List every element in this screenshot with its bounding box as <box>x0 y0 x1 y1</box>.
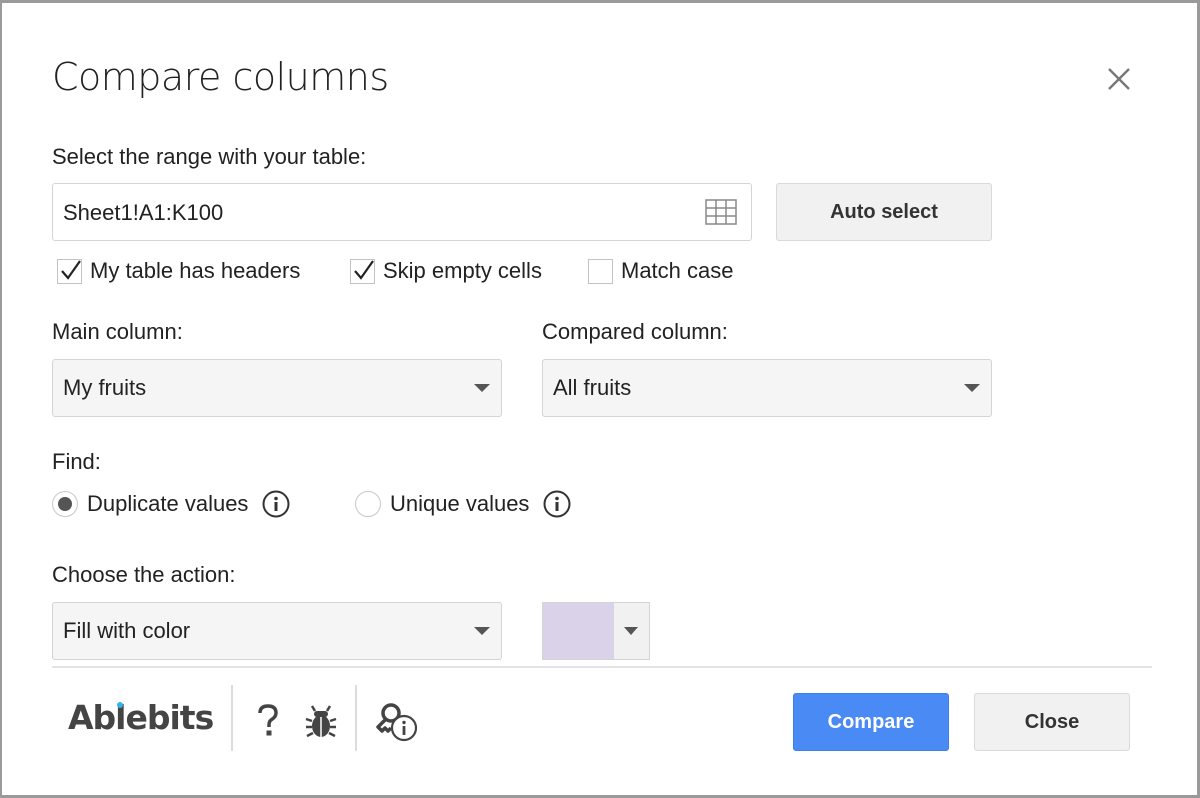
bug-icon[interactable] <box>304 703 338 739</box>
footer-divider <box>52 666 1152 668</box>
compare-button[interactable]: Compare <box>793 693 949 751</box>
range-label: Select the range with your table: <box>52 144 367 169</box>
unique-values-label: Unique values <box>390 491 530 516</box>
close-button[interactable]: Close <box>974 693 1130 751</box>
footer-separator <box>231 685 233 751</box>
match-case-checkbox[interactable]: Match case <box>588 258 734 284</box>
range-field[interactable] <box>52 183 752 241</box>
action-label: Choose the action: <box>52 562 236 587</box>
close-icon[interactable] <box>1106 66 1132 92</box>
headers-checkbox[interactable]: My table has headers <box>57 258 300 284</box>
chevron-down-icon <box>474 384 490 392</box>
color-swatch[interactable] <box>543 603 614 659</box>
compared-column-label: Compared column: <box>542 319 728 344</box>
auto-select-button[interactable]: Auto select <box>776 183 992 241</box>
action-select[interactable]: Fill with color <box>52 602 502 660</box>
duplicate-values-label: Duplicate values <box>87 491 249 516</box>
compared-column-select[interactable]: All fruits <box>542 359 992 417</box>
footer-separator <box>355 685 357 751</box>
match-case-checkbox-label: Match case <box>621 258 734 283</box>
compared-column-value: All fruits <box>553 375 632 400</box>
checkmark-icon <box>61 259 81 280</box>
chevron-down-icon <box>964 384 980 392</box>
key-info-icon[interactable] <box>375 701 419 743</box>
dialog-title: Compare columns <box>52 55 389 99</box>
headers-checkbox-label: My table has headers <box>90 258 301 283</box>
info-icon[interactable] <box>543 490 571 518</box>
question-icon[interactable] <box>256 703 280 739</box>
chevron-down-icon <box>474 627 490 635</box>
logo-dot <box>117 702 123 708</box>
fill-color-picker[interactable] <box>542 602 650 660</box>
skip-empty-checkbox[interactable]: Skip empty cells <box>350 258 542 284</box>
duplicate-values-radio[interactable]: Duplicate values <box>52 490 290 518</box>
main-column-label: Main column: <box>52 319 183 344</box>
main-column-value: My fruits <box>63 375 147 400</box>
checkbox-box[interactable] <box>588 258 613 284</box>
find-label: Find: <box>52 449 101 474</box>
main-column-select[interactable]: My fruits <box>52 359 502 417</box>
info-icon[interactable] <box>262 490 290 518</box>
unique-values-radio[interactable]: Unique values <box>355 490 571 518</box>
checkbox-box[interactable] <box>57 258 82 284</box>
checkbox-box[interactable] <box>350 258 375 284</box>
radio-button[interactable] <box>52 491 78 517</box>
skip-empty-checkbox-label: Skip empty cells <box>383 258 542 283</box>
compare-columns-dialog: Compare columns Select the range with yo… <box>0 0 1200 798</box>
action-value: Fill with color <box>63 618 191 643</box>
ablebits-logo: Ablebits <box>68 698 214 737</box>
radio-button[interactable] <box>355 491 381 517</box>
grid-icon[interactable] <box>705 199 737 225</box>
range-input[interactable] <box>63 198 683 228</box>
checkmark-icon <box>354 259 374 280</box>
chevron-down-icon <box>624 627 638 635</box>
